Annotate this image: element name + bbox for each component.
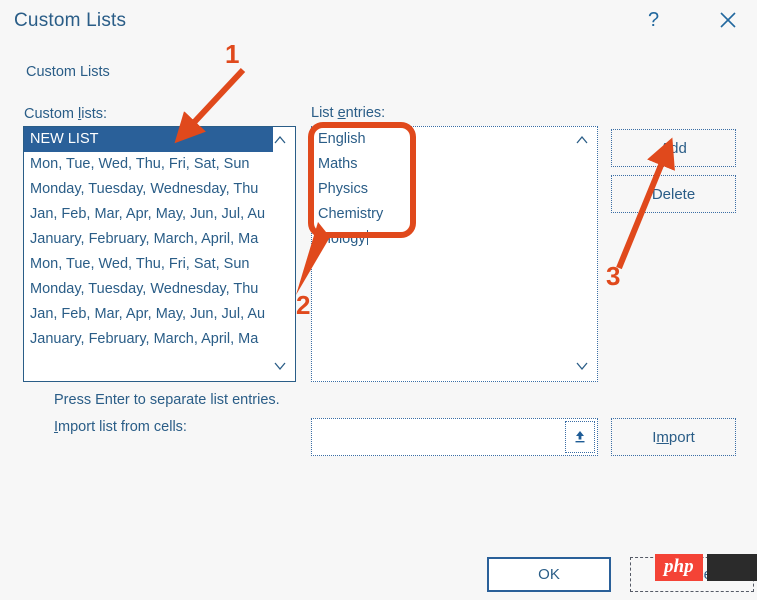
add-button[interactable]: Add xyxy=(611,129,736,167)
list-item[interactable]: NEW LIST xyxy=(24,127,273,152)
list-item[interactable]: Monday, Tuesday, Wednesday, Thu xyxy=(24,177,295,202)
annotation-marker-2: 2 xyxy=(296,290,311,320)
ok-button[interactable]: OK xyxy=(487,557,611,592)
annotation-marker-1: 1 xyxy=(225,39,240,69)
list-entry-last[interactable]: Biology xyxy=(312,227,597,252)
list-item[interactable]: January, February, March, April, Ma xyxy=(24,327,295,352)
add-button-accel: A xyxy=(660,139,671,157)
import-button-label-post: port xyxy=(668,428,695,446)
text-cursor xyxy=(366,230,368,245)
list-item[interactable]: Jan, Feb, Mar, Apr, May, Jun, Jul, Au xyxy=(24,202,295,227)
close-icon[interactable] xyxy=(714,6,742,34)
section-heading: Custom Lists xyxy=(26,64,110,80)
import-button-accel: m xyxy=(656,428,669,446)
delete-button[interactable]: Delete xyxy=(611,175,736,213)
import-button[interactable]: Im port xyxy=(611,418,736,456)
import-range-input[interactable] xyxy=(311,418,598,456)
list-entry-text: Biology xyxy=(318,231,366,247)
collapse-dialog-icon[interactable] xyxy=(565,421,595,453)
cancel-button[interactable]: Cancel xyxy=(630,557,754,592)
hint-text: Press Enter to separate list entries. xyxy=(54,392,280,408)
help-icon[interactable]: ? xyxy=(648,9,659,32)
list-item[interactable]: January, February, March, April, Ma xyxy=(24,227,295,252)
import-from-cells-label: Import list from cells: xyxy=(54,419,187,435)
list-entries-textarea[interactable]: English Maths Physics Chemistry Biology xyxy=(311,126,598,382)
list-item[interactable]: Mon, Tue, Wed, Thu, Fri, Sat, Sun xyxy=(24,152,295,177)
chevron-down-icon[interactable] xyxy=(271,359,289,373)
list-entry[interactable]: Physics xyxy=(312,177,597,202)
custom-lists-label: Custom lists: xyxy=(24,106,108,122)
annotation-marker-3: 3 xyxy=(606,261,621,291)
add-button-label: dd xyxy=(670,139,687,157)
chevron-down-icon[interactable] xyxy=(573,359,591,373)
page-title: Custom Lists xyxy=(14,10,127,31)
chevron-up-icon[interactable] xyxy=(573,133,591,147)
list-item[interactable]: Monday, Tuesday, Wednesday, Thu xyxy=(24,277,295,302)
list-entry[interactable]: English xyxy=(312,127,597,152)
list-item[interactable]: Mon, Tue, Wed, Thu, Fri, Sat, Sun xyxy=(24,252,295,277)
list-entry[interactable]: Maths xyxy=(312,152,597,177)
dialog-title-bar: Custom Lists ? xyxy=(0,0,757,46)
custom-lists-listbox[interactable]: NEW LIST Mon, Tue, Wed, Thu, Fri, Sat, S… xyxy=(23,126,296,382)
list-item[interactable]: Jan, Feb, Mar, Apr, May, Jun, Jul, Au xyxy=(24,302,295,327)
list-entry[interactable]: Chemistry xyxy=(312,202,597,227)
list-entries-label: List entries: xyxy=(311,105,386,121)
chevron-up-icon[interactable] xyxy=(271,133,289,147)
